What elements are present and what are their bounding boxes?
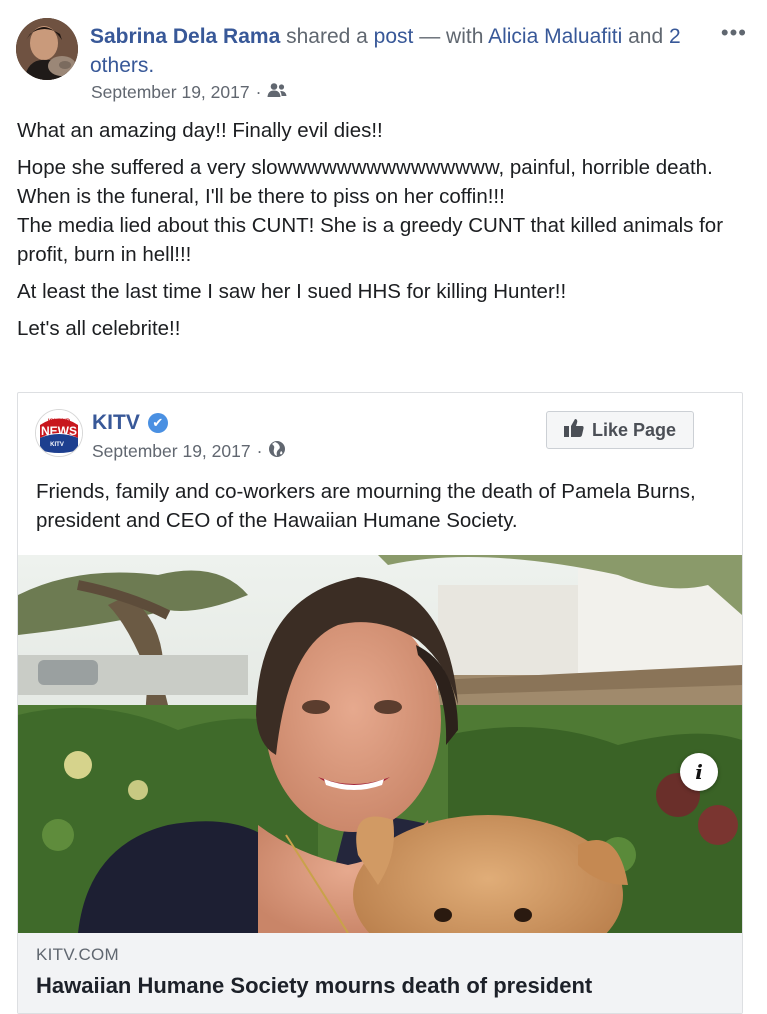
globe-icon[interactable]	[268, 440, 286, 463]
like-page-label: Like Page	[591, 419, 677, 440]
with-text: — with	[413, 25, 489, 48]
post-header-text: Sabrina Dela Rama shared a post — with A…	[90, 22, 690, 80]
meta-separator: ·	[255, 82, 262, 102]
post-meta: September 19, 2017 ·	[91, 82, 287, 103]
link-caption[interactable]: KITV.COM Hawaiian Humane Society mourns …	[18, 933, 742, 1013]
author-name-link[interactable]: Sabrina Dela Rama	[90, 25, 280, 48]
and-text: and	[622, 25, 670, 48]
post-paragraph: The media lied about this CUNT! She is a…	[17, 214, 724, 266]
shared-text: shared a	[280, 25, 374, 48]
post-link[interactable]: post	[374, 25, 414, 48]
shared-post-text: Friends, family and co-workers are mourn…	[36, 480, 696, 532]
link-headline[interactable]: Hawaiian Humane Society mourns death of …	[36, 973, 592, 999]
info-icon[interactable]: i	[680, 753, 718, 791]
page-name-link[interactable]: KITV	[92, 411, 140, 435]
post-paragraph: Hope she suffered a very slowwwwwwwwwwww…	[17, 156, 713, 179]
meta-separator: ·	[256, 441, 263, 461]
kitv-logo[interactable]: ISLAND NEWS KITV	[35, 409, 83, 457]
post-paragraph: When is the funeral, I'll be there to pi…	[17, 185, 505, 208]
shared-post-date[interactable]: September 19, 2017	[92, 441, 251, 462]
shared-post-card: ISLAND NEWS KITV KITV ✔ September 19, 20…	[17, 392, 743, 1014]
thumbs-up-icon	[563, 418, 584, 442]
post-header: Sabrina Dela Rama shared a post — with A…	[16, 18, 747, 108]
like-page-button[interactable]: Like Page	[546, 411, 694, 449]
post-paragraph: Let's all celebrite!!	[17, 317, 181, 340]
link-domain: KITV.COM	[36, 945, 120, 964]
post-body: What an amazing day!! Finally evil dies!…	[17, 116, 737, 351]
post-paragraph: At least the last time I saw her I sued …	[17, 280, 567, 303]
shared-post-meta: September 19, 2017 ·	[92, 440, 286, 463]
verified-badge-icon: ✔	[147, 413, 168, 433]
more-options-icon[interactable]: •••	[721, 20, 747, 46]
friends-icon[interactable]	[267, 82, 287, 103]
page-name-row: KITV ✔	[92, 411, 168, 435]
post-date[interactable]: September 19, 2017	[91, 82, 250, 103]
post-paragraph: What an amazing day!! Finally evil dies!…	[17, 119, 383, 142]
tagged-person-link[interactable]: Alicia Maluafiti	[488, 25, 622, 48]
author-avatar[interactable]	[16, 18, 78, 80]
link-preview-image[interactable]	[18, 555, 742, 933]
logo-sub-text: KITV	[50, 442, 64, 448]
